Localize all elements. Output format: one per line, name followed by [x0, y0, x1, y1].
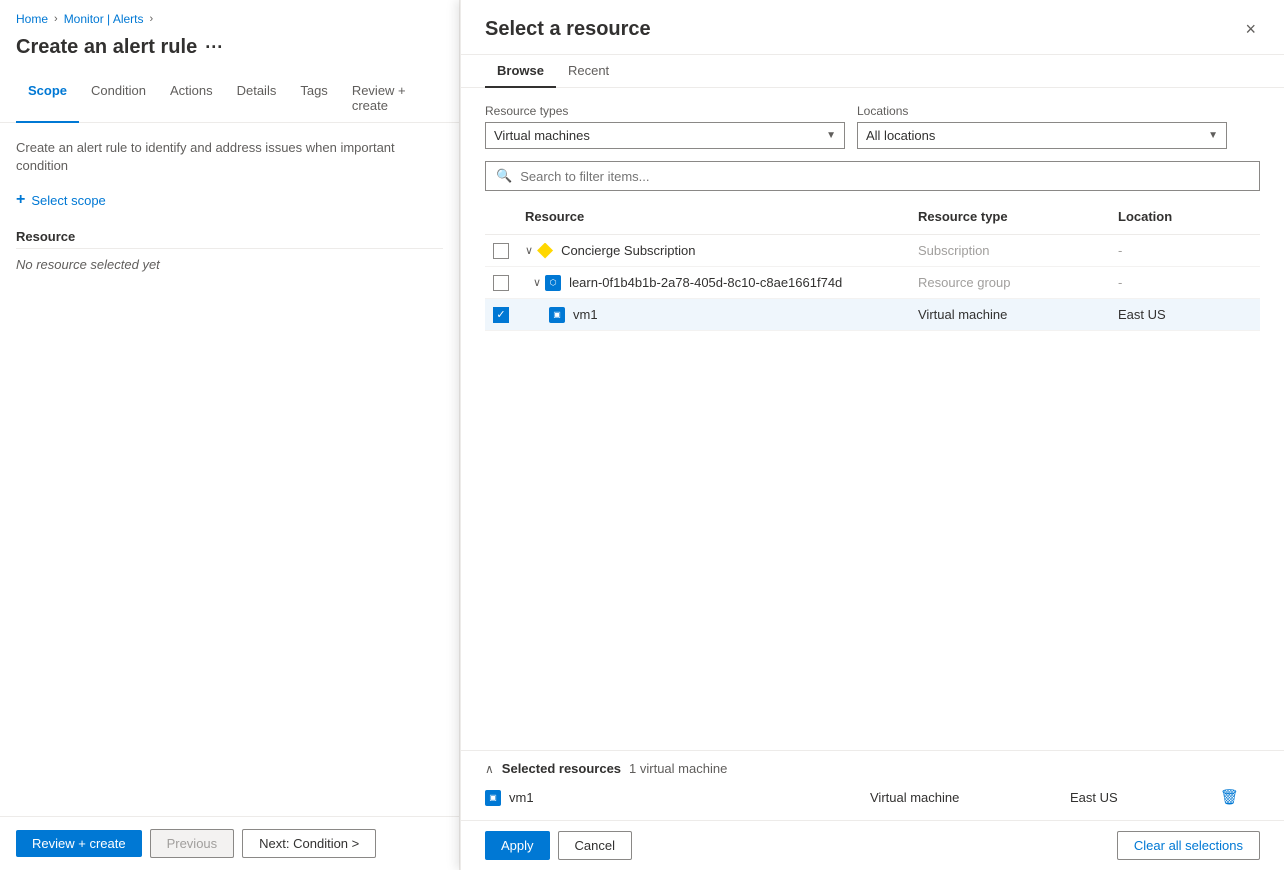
cell-checkbox-subscription[interactable]: [485, 239, 517, 263]
search-icon: 🔍: [496, 168, 512, 184]
scope-description: Create an alert rule to identify and add…: [16, 139, 443, 175]
vm-icon: ▣: [549, 307, 565, 323]
checkbox-vm1[interactable]: [493, 307, 509, 323]
left-panel: Home › Monitor | Alerts › Create an aler…: [0, 0, 460, 870]
panel-tabs: Browse Recent: [461, 55, 1284, 88]
subscription-name: Concierge Subscription: [561, 243, 695, 258]
tab-details[interactable]: Details: [225, 75, 289, 123]
vm1-name: vm1: [573, 307, 598, 322]
cell-location-vm1: East US: [1110, 303, 1260, 326]
selected-resources-count: 1 virtual machine: [629, 761, 727, 776]
tab-browse[interactable]: Browse: [485, 55, 556, 88]
resource-types-select[interactable]: Virtual machines ▼: [485, 122, 845, 149]
table-row-subscription[interactable]: ∨ Concierge Subscription Subscription -: [485, 235, 1260, 267]
page-title-text: Create an alert rule: [16, 36, 197, 59]
table-header: Resource Resource type Location: [485, 199, 1260, 235]
cell-type-rg: Resource group: [910, 271, 1110, 294]
cell-location-rg: -: [1110, 271, 1260, 294]
select-scope-label: Select scope: [31, 193, 105, 208]
footer-left-buttons: Apply Cancel: [485, 831, 632, 860]
selected-resources-header: ∧ Selected resources 1 virtual machine: [485, 761, 1260, 776]
left-content: Create an alert rule to identify and add…: [0, 123, 459, 816]
col-resource-type: Resource type: [910, 205, 1110, 228]
resource-group-name: learn-0f1b4b1b-2a78-405d-8c10-c8ae1661f7…: [569, 275, 842, 290]
plus-icon: +: [16, 191, 25, 209]
previous-button[interactable]: Previous: [150, 829, 235, 858]
delete-icon[interactable]: 🗑: [1220, 789, 1239, 806]
col-checkbox: [485, 205, 517, 228]
resource-label: Resource: [16, 229, 443, 249]
checkbox-subscription[interactable]: [493, 243, 509, 259]
panel-title: Select a resource: [485, 18, 651, 41]
tab-scope[interactable]: Scope: [16, 75, 79, 123]
resource-group-icon: ⬡: [545, 275, 561, 291]
selected-vm-icon: ▣: [485, 790, 501, 806]
search-box: 🔍: [485, 161, 1260, 191]
select-resource-panel: Select a resource × Browse Recent Resour…: [460, 0, 1284, 870]
breadcrumb: Home › Monitor | Alerts ›: [0, 0, 459, 32]
expand-rg-icon[interactable]: ∨: [533, 276, 541, 289]
collapse-selected-icon[interactable]: ∧: [485, 762, 494, 776]
panel-header: Select a resource ×: [461, 0, 1284, 55]
cell-type-subscription: Subscription: [910, 239, 1110, 262]
cell-name-vm1: ▣ vm1: [517, 303, 910, 327]
locations-chevron-icon: ▼: [1208, 130, 1218, 141]
select-scope-button[interactable]: + Select scope: [16, 191, 106, 209]
locations-label: Locations: [857, 104, 1227, 118]
panel-filters: Resource types Virtual machines ▼ Locati…: [461, 88, 1284, 161]
resource-table: Resource Resource type Location ∨ Concie…: [485, 199, 1260, 750]
page-title: Create an alert rule ···: [0, 32, 459, 75]
resource-types-chevron-icon: ▼: [826, 130, 836, 141]
panel-footer: Apply Cancel Clear all selections: [461, 820, 1284, 870]
locations-filter: Locations All locations ▼: [857, 104, 1227, 149]
cancel-button[interactable]: Cancel: [558, 831, 632, 860]
locations-value: All locations: [866, 128, 935, 143]
breadcrumb-sep2: ›: [150, 13, 154, 25]
more-options-icon[interactable]: ···: [205, 37, 223, 58]
close-button[interactable]: ×: [1241, 16, 1260, 42]
selected-resources-section: ∧ Selected resources 1 virtual machine ▣…: [461, 750, 1284, 820]
selected-resources-title: Selected resources: [502, 761, 621, 776]
tab-recent[interactable]: Recent: [556, 55, 621, 88]
breadcrumb-home[interactable]: Home: [16, 12, 48, 26]
apply-button[interactable]: Apply: [485, 831, 550, 860]
tab-actions[interactable]: Actions: [158, 75, 225, 123]
expand-subscription-icon[interactable]: ∨: [525, 244, 533, 257]
breadcrumb-sep1: ›: [54, 13, 58, 25]
col-location: Location: [1110, 205, 1260, 228]
selected-vm-location: East US: [1070, 790, 1220, 805]
subscription-icon: [537, 243, 553, 259]
selected-resource-vm1-row: ▣ vm1 Virtual machine East US 🗑: [485, 784, 1260, 810]
resource-types-filter: Resource types Virtual machines ▼: [485, 104, 845, 149]
left-footer: Review + create Previous Next: Condition…: [0, 816, 459, 870]
search-input[interactable]: [520, 169, 1249, 184]
clear-all-button[interactable]: Clear all selections: [1117, 831, 1260, 860]
cell-type-vm1: Virtual machine: [910, 303, 1110, 326]
delete-selected-vm[interactable]: 🗑: [1220, 788, 1260, 806]
wizard-tabs: Scope Condition Actions Details Tags Rev…: [0, 75, 459, 123]
tab-tags[interactable]: Tags: [288, 75, 339, 123]
breadcrumb-monitor[interactable]: Monitor | Alerts: [64, 12, 144, 26]
next-condition-button[interactable]: Next: Condition >: [242, 829, 376, 858]
selected-vm-icon-cell: ▣: [485, 788, 509, 806]
resource-types-label: Resource types: [485, 104, 845, 118]
cell-name-rg: ∨ ⬡ learn-0f1b4b1b-2a78-405d-8c10-c8ae16…: [517, 271, 910, 295]
tab-review[interactable]: Review + create: [340, 75, 443, 123]
table-row-vm1[interactable]: ▣ vm1 Virtual machine East US: [485, 299, 1260, 331]
no-resource-text: No resource selected yet: [16, 257, 443, 272]
selected-vm-name: vm1: [509, 790, 870, 805]
col-resource: Resource: [517, 205, 910, 228]
table-row-resource-group[interactable]: ∨ ⬡ learn-0f1b4b1b-2a78-405d-8c10-c8ae16…: [485, 267, 1260, 299]
cell-name-subscription: ∨ Concierge Subscription: [517, 239, 910, 263]
locations-select[interactable]: All locations ▼: [857, 122, 1227, 149]
selected-vm-type: Virtual machine: [870, 790, 1070, 805]
cell-checkbox-vm1[interactable]: [485, 303, 517, 327]
review-create-button[interactable]: Review + create: [16, 830, 142, 857]
tab-condition[interactable]: Condition: [79, 75, 158, 123]
resource-types-value: Virtual machines: [494, 128, 590, 143]
cell-location-subscription: -: [1110, 239, 1260, 262]
checkbox-rg[interactable]: [493, 275, 509, 291]
cell-checkbox-rg[interactable]: [485, 271, 517, 295]
